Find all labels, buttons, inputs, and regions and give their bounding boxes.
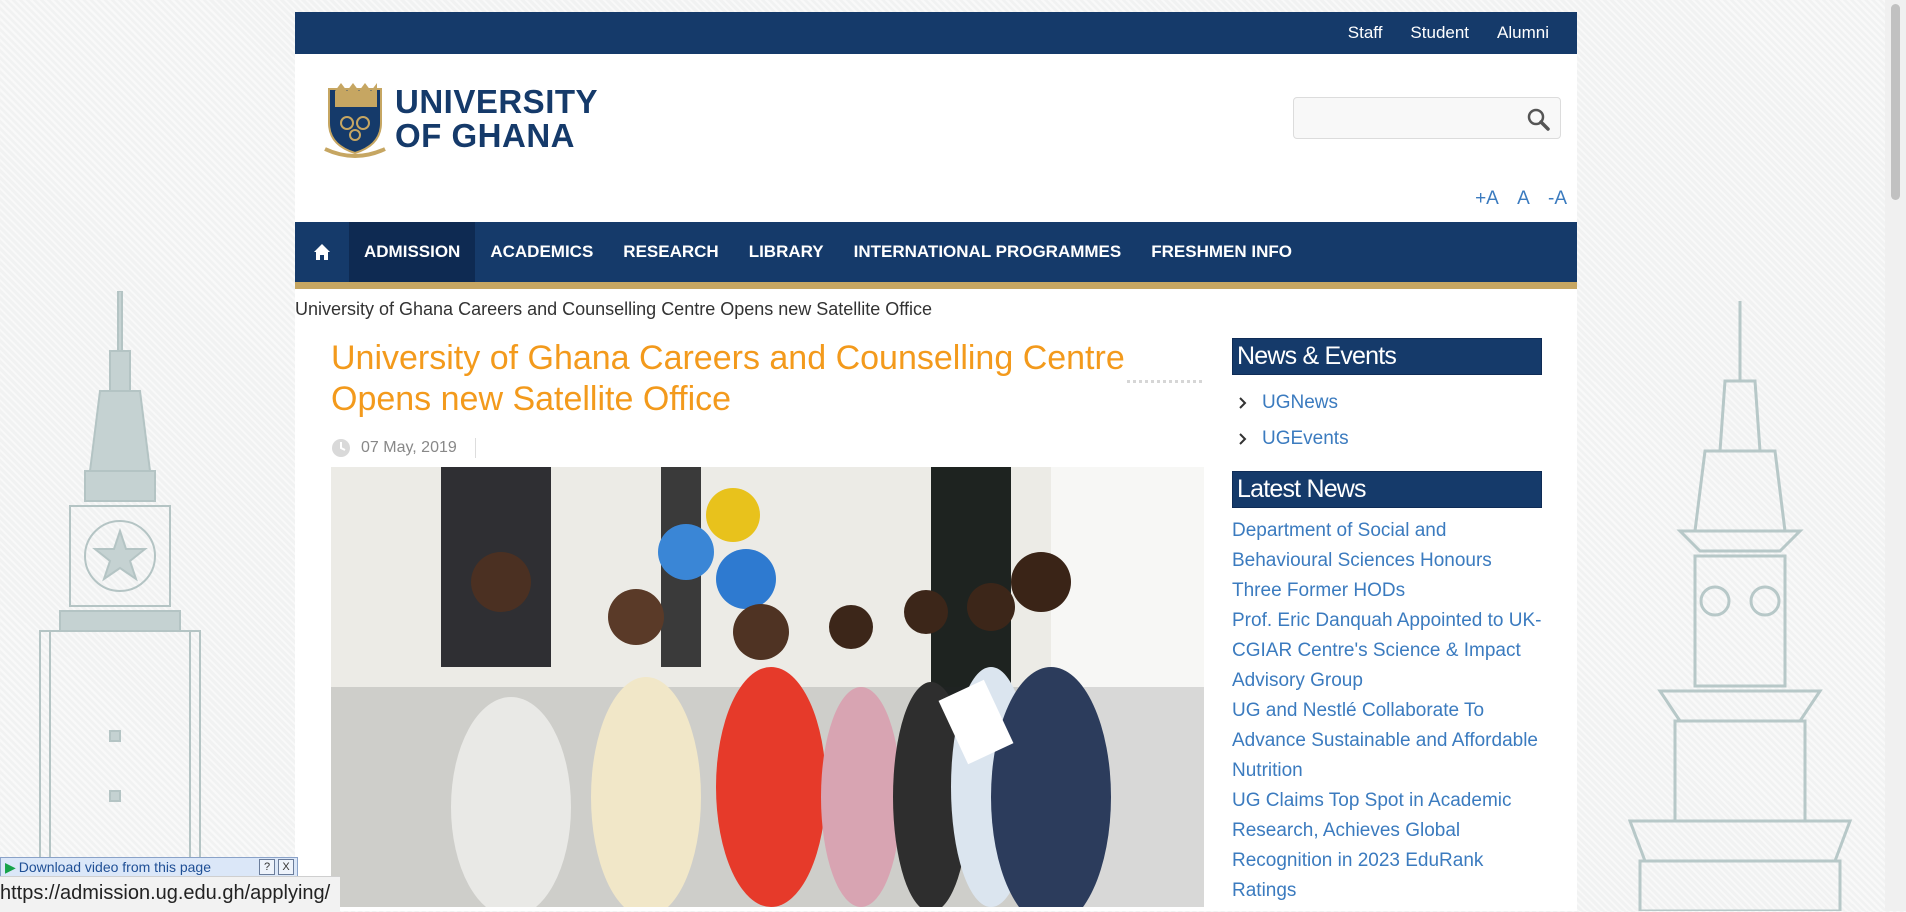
nav-item-academics[interactable]: ACADEMICS bbox=[475, 222, 608, 282]
utility-nav: Staff Student Alumni bbox=[295, 12, 1577, 54]
article-meta: 07 May, 2019 bbox=[331, 438, 1206, 458]
site-header: UNIVERSITY OF GHANA +A A -A bbox=[295, 54, 1577, 222]
nav-item-admission[interactable]: ADMISSION bbox=[349, 222, 476, 282]
nav-item-freshmen-info[interactable]: FRESHMEN INFO bbox=[1136, 222, 1307, 282]
meta-separator bbox=[474, 438, 476, 458]
clock-icon bbox=[332, 439, 350, 457]
utility-link-staff[interactable]: Staff bbox=[1348, 23, 1383, 43]
search-input[interactable] bbox=[1302, 98, 1516, 138]
sidebar-link-ugnews[interactable]: UGNews bbox=[1232, 385, 1542, 421]
page-scrollbar[interactable] bbox=[1885, 0, 1906, 911]
nav-item-international-programmes[interactable]: INTERNATIONAL PROGRAMMES bbox=[839, 222, 1137, 282]
close-button[interactable]: X bbox=[278, 859, 294, 875]
status-bar-url: https://admission.ug.edu.gh/applying/ bbox=[0, 876, 340, 912]
download-video-bar: ▶ Download video from this page ? X bbox=[0, 857, 298, 877]
latest-news-list: Department of Social and Behavioural Sci… bbox=[1232, 516, 1542, 906]
sidebar-link-label: UGNews bbox=[1262, 392, 1339, 413]
article-title: University of Ghana Careers and Counsell… bbox=[331, 339, 1125, 418]
clock-tower-right-illustration bbox=[1627, 301, 1853, 911]
page-container: Staff Student Alumni UNIVERSITY OF GHANA bbox=[295, 12, 1577, 911]
download-video-link[interactable]: Download video from this page bbox=[19, 859, 211, 875]
news-events-heading: News & Events bbox=[1232, 338, 1542, 375]
nav-item-research[interactable]: RESEARCH bbox=[608, 222, 733, 282]
news-link[interactable]: UG and Nestlé Collaborate To Advance Sus… bbox=[1232, 696, 1542, 786]
logo-line-1: UNIVERSITY bbox=[395, 83, 599, 120]
utility-link-alumni[interactable]: Alumni bbox=[1497, 23, 1549, 43]
news-link[interactable]: Department of Social and Behavioural Sci… bbox=[1232, 516, 1542, 606]
article-date: 07 May, 2019 bbox=[361, 439, 457, 456]
increase-text-size-button[interactable]: +A bbox=[1475, 188, 1498, 209]
home-icon bbox=[314, 244, 330, 260]
utility-link-student[interactable]: Student bbox=[1410, 23, 1469, 43]
scrollbar-thumb[interactable] bbox=[1891, 4, 1900, 200]
news-link[interactable]: UG Claims Top Spot in Academic Research,… bbox=[1232, 786, 1542, 906]
search-box bbox=[1293, 97, 1561, 139]
university-logo[interactable]: UNIVERSITY OF GHANA bbox=[323, 79, 598, 159]
nav-item-library[interactable]: LIBRARY bbox=[734, 222, 839, 282]
text-size-controls: +A A -A bbox=[1461, 188, 1567, 210]
decrease-text-size-button[interactable]: -A bbox=[1548, 188, 1567, 209]
group-photo-image bbox=[331, 467, 1204, 907]
home-button[interactable] bbox=[295, 222, 349, 282]
article: University of Ghana Careers and Counsell… bbox=[331, 338, 1206, 907]
crest-icon bbox=[324, 83, 386, 158]
main-nav: ADMISSION ACADEMICS RESEARCH LIBRARY INT… bbox=[295, 222, 1577, 289]
breadcrumb: University of Ghana Careers and Counsell… bbox=[295, 299, 932, 319]
play-icon: ▶ bbox=[5, 858, 16, 875]
help-button[interactable]: ? bbox=[259, 859, 275, 875]
title-divider bbox=[1127, 380, 1202, 383]
news-link[interactable]: Prof. Eric Danquah Appointed to UK-CGIAR… bbox=[1232, 606, 1542, 696]
chevron-right-icon bbox=[1239, 433, 1247, 445]
sidebar-link-label: UGEvents bbox=[1262, 428, 1349, 449]
news-events-links: UGNews UGEvents bbox=[1232, 385, 1542, 457]
latest-news-heading: Latest News bbox=[1232, 471, 1542, 508]
sidebar-link-ugevents[interactable]: UGEvents bbox=[1232, 421, 1542, 457]
article-photo bbox=[331, 467, 1204, 907]
sidebar: News & Events UGNews UGEvents Latest New… bbox=[1232, 338, 1542, 906]
logo-wordmark: UNIVERSITY OF GHANA bbox=[395, 85, 598, 153]
search-icon[interactable] bbox=[1526, 107, 1550, 131]
clock-tower-left-illustration bbox=[39, 291, 201, 911]
logo-line-2: OF GHANA bbox=[395, 117, 575, 154]
reset-text-size-button[interactable]: A bbox=[1517, 188, 1529, 209]
chevron-right-icon bbox=[1239, 397, 1247, 409]
